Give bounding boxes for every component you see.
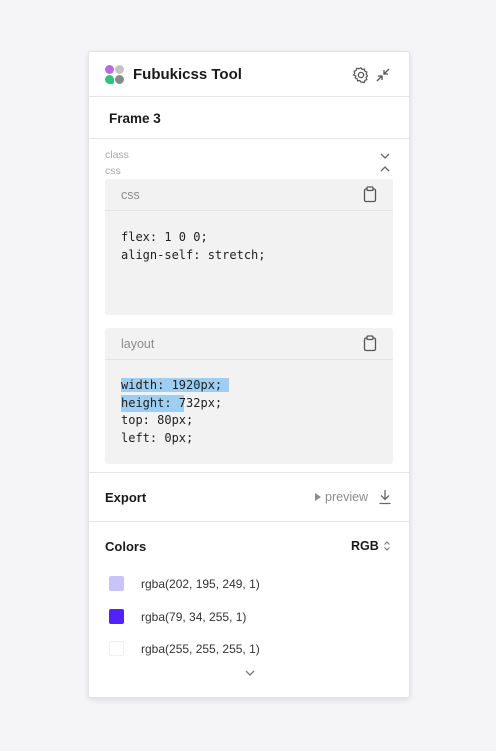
color-swatch <box>109 576 124 591</box>
download-icon[interactable] <box>378 489 392 505</box>
color-value: rgba(202, 195, 249, 1) <box>141 577 260 591</box>
code-line: left: 0px; <box>121 430 194 445</box>
code-line: height: 732px; <box>121 394 223 412</box>
export-label: Export <box>105 490 147 505</box>
frame-name: Frame 3 <box>109 111 161 126</box>
code-line: flex: 1 0 0; <box>121 230 208 244</box>
chevron-up-icon[interactable] <box>379 163 391 175</box>
css-code-card: css flex: 1 0 0; align-self: stretch; <box>105 179 393 315</box>
color-value: rgba(255, 255, 255, 1) <box>141 642 260 656</box>
color-value: rgba(79, 34, 255, 1) <box>141 610 247 624</box>
code-line: top: 80px; <box>121 413 194 427</box>
clipboard-icon[interactable] <box>362 335 378 352</box>
color-mode-value: RGB <box>351 539 379 553</box>
color-item[interactable]: rgba(79, 34, 255, 1) <box>109 607 389 627</box>
css-card-header: css <box>105 179 393 211</box>
clipboard-icon[interactable] <box>362 186 378 203</box>
layout-card-title: layout <box>121 337 155 351</box>
chevron-down-icon[interactable] <box>243 668 257 678</box>
frame-row: Frame 3 <box>89 98 409 139</box>
code-line: width: 1920px; <box>121 378 223 392</box>
css-card-title: css <box>121 188 140 202</box>
divider <box>89 521 409 522</box>
chevron-down-icon[interactable] <box>379 150 391 162</box>
color-swatch <box>109 609 124 624</box>
code-line: align-self: stretch; <box>121 247 266 262</box>
plugin-panel: Fubukicss Tool Frame 3 class css css fle… <box>88 51 410 698</box>
updown-icon <box>383 541 390 551</box>
class-section-label[interactable]: class <box>105 149 129 161</box>
app-title: Fubukicss Tool <box>133 66 242 83</box>
layout-card-header: layout <box>105 328 393 360</box>
colors-label: Colors <box>105 539 147 554</box>
layout-code[interactable]: width: 1920px; height: 732px; top: 80px; l… <box>121 377 230 447</box>
color-item[interactable]: rgba(202, 195, 249, 1) <box>109 574 389 594</box>
color-swatch <box>109 641 124 656</box>
play-icon <box>315 493 321 501</box>
preview-label: preview <box>325 490 369 504</box>
gear-icon[interactable] <box>352 66 370 84</box>
color-mode-select[interactable]: RGB <box>351 539 391 553</box>
app-logo <box>105 65 125 85</box>
color-item[interactable]: rgba(255, 255, 255, 1) <box>109 639 389 659</box>
preview-button[interactable]: preview <box>315 490 368 504</box>
collapse-icon[interactable] <box>374 66 392 84</box>
header: Fubukicss Tool <box>89 52 409 97</box>
css-code[interactable]: flex: 1 0 0; align-self: stretch; <box>121 229 266 264</box>
layout-code-card: layout width: 1920px; height: 732px; top:… <box>105 328 393 464</box>
divider <box>89 472 409 473</box>
css-section-label[interactable]: css <box>105 165 121 177</box>
